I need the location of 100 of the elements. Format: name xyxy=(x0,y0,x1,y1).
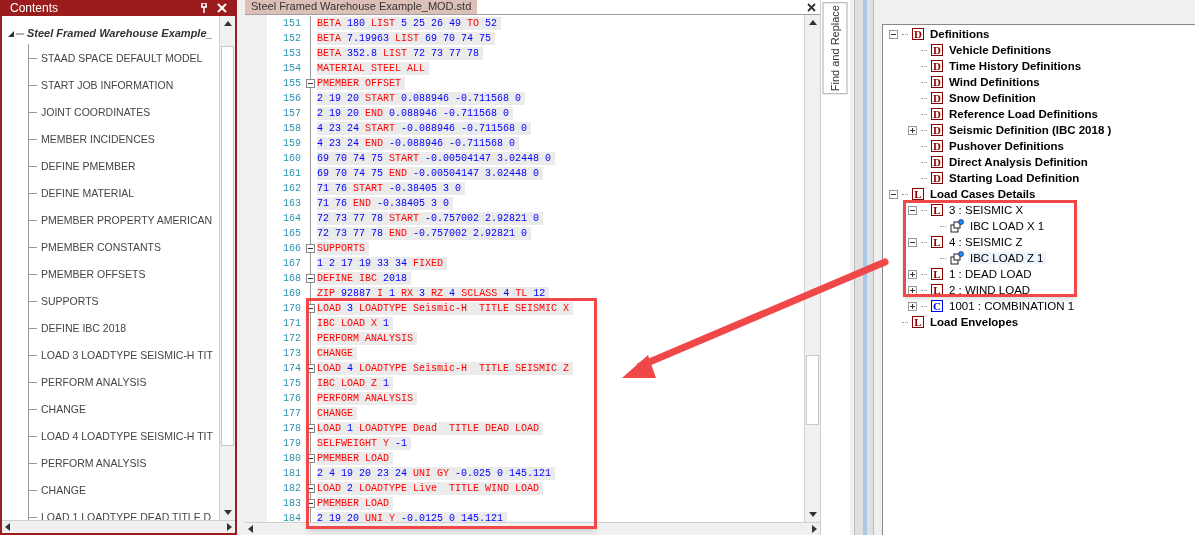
expand-icon[interactable] xyxy=(908,301,917,311)
line-number: 184 xyxy=(282,512,301,522)
line-number: 163 xyxy=(282,197,301,211)
tree-item[interactable]: SUPPORTS xyxy=(41,293,99,310)
tree-item[interactable]: PMEMBER PROPERTY AMERICAN xyxy=(41,212,213,229)
tree-item[interactable]: LOAD 3 LOADTYPE SEISMIC-H TIT xyxy=(41,347,213,364)
letter-icon: L xyxy=(931,268,943,280)
line-number: 165 xyxy=(282,227,301,241)
tree-item[interactable]: PMEMBER CONSTANTS xyxy=(41,239,161,256)
collapse-icon[interactable] xyxy=(889,29,898,39)
tree-item[interactable]: Direct Analysis Definition xyxy=(947,156,1090,168)
tree-root[interactable]: Steel Framed Warehouse Example_ xyxy=(27,24,213,42)
line-number: 179 xyxy=(282,437,301,451)
pin-icon[interactable] xyxy=(199,3,209,13)
letter-icon: D xyxy=(931,92,943,104)
line-number: 173 xyxy=(282,347,301,361)
panel-title: Contents xyxy=(10,2,59,14)
line-number: 156 xyxy=(282,92,301,106)
tree-item[interactable]: 1001 : COMBINATION 1 xyxy=(947,300,1077,312)
tree-item[interactable]: 1 : DEAD LOAD xyxy=(947,268,1034,280)
load-item-icon xyxy=(950,219,964,233)
tree-item[interactable]: Seismic Definition (IBC 2018 ) xyxy=(947,124,1114,136)
tree-item[interactable]: START JOB INFORMATION xyxy=(41,77,174,94)
letter-icon: D xyxy=(931,44,943,56)
tree-item[interactable]: CHANGE xyxy=(41,482,86,499)
vertical-scrollbar[interactable] xyxy=(219,16,235,520)
horizontal-scrollbar[interactable] xyxy=(2,520,235,533)
tree-item[interactable]: CHANGE xyxy=(41,401,86,418)
tree-item[interactable]: DEFINE PMEMBER xyxy=(41,158,136,175)
fold-icon[interactable] xyxy=(305,79,315,88)
collapse-icon[interactable] xyxy=(908,237,917,247)
collapse-icon[interactable] xyxy=(889,189,898,199)
tree-item[interactable]: Definitions xyxy=(928,28,992,40)
letter-icon: D xyxy=(931,76,943,88)
letter-icon: L xyxy=(931,204,943,216)
tree-item[interactable]: Snow Definition xyxy=(947,92,1038,104)
line-number: 174 xyxy=(282,362,301,376)
expand-icon[interactable] xyxy=(908,285,917,295)
tree-item[interactable]: Reference Load Definitions xyxy=(947,108,1100,120)
line-number: 161 xyxy=(282,167,301,181)
tree-item[interactable]: MEMBER INCIDENCES xyxy=(41,131,155,148)
tree-item[interactable]: Load Envelopes xyxy=(928,316,1021,328)
collapse-arrow-icon[interactable] xyxy=(8,29,24,37)
line-number: 183 xyxy=(282,497,301,511)
letter-icon: D xyxy=(931,108,943,120)
scroll-up-icon[interactable] xyxy=(223,20,232,26)
line-number: 155 xyxy=(282,77,301,91)
line-number: 151 xyxy=(282,17,301,31)
scroll-thumb[interactable] xyxy=(806,355,819,425)
line-number: 178 xyxy=(282,422,301,436)
fold-icon[interactable] xyxy=(305,244,315,253)
letter-icon: L xyxy=(912,188,924,200)
letter-icon: D xyxy=(931,60,943,72)
tree-item[interactable]: LOAD 4 LOADTYPE SEISMIC-H TIT xyxy=(41,428,213,445)
scroll-left-icon[interactable] xyxy=(248,525,253,533)
letter-icon: L xyxy=(912,316,924,328)
scroll-right-icon[interactable] xyxy=(227,523,232,531)
tree-item[interactable]: IBC LOAD X 1 xyxy=(968,220,1047,232)
scroll-right-icon[interactable] xyxy=(812,525,817,533)
close-icon[interactable] xyxy=(807,2,816,12)
tree-item[interactable]: JOINT COORDINATES xyxy=(41,104,151,121)
line-number: 162 xyxy=(282,182,301,196)
vertical-scrollbar[interactable] xyxy=(804,15,820,522)
tree-item[interactable]: 3 : SEISMIC X xyxy=(947,204,1026,216)
expand-icon[interactable] xyxy=(908,269,917,279)
fold-icon[interactable] xyxy=(305,274,315,283)
line-number: 154 xyxy=(282,62,301,76)
tree-item[interactable]: PMEMBER OFFSETS xyxy=(41,266,146,283)
scroll-thumb[interactable] xyxy=(221,46,234,446)
tree-item[interactable]: Load Cases Details xyxy=(928,188,1038,200)
tree-item[interactable]: Starting Load Definition xyxy=(947,172,1082,184)
tree-item[interactable]: Vehicle Definitions xyxy=(947,44,1054,56)
scroll-up-icon[interactable] xyxy=(808,19,817,25)
collapse-icon[interactable] xyxy=(908,205,917,215)
scroll-down-icon[interactable] xyxy=(808,512,817,518)
letter-icon: D xyxy=(912,28,924,40)
tree-item[interactable]: PERFORM ANALYSIS xyxy=(41,374,147,391)
line-number: 166 xyxy=(282,242,301,256)
tree-item[interactable]: DEFINE MATERIAL xyxy=(41,185,135,202)
tree-item[interactable]: 2 : WIND LOAD xyxy=(947,284,1033,296)
line-number: 158 xyxy=(282,122,301,136)
line-number: 181 xyxy=(282,467,301,481)
tree-item[interactable]: PERFORM ANALYSIS xyxy=(41,455,147,472)
tree-item[interactable]: LOAD 1 LOADTYPE DEAD TITLE D xyxy=(41,509,212,520)
scroll-left-icon[interactable] xyxy=(5,523,10,531)
document-tab[interactable]: Steel Framed Warehouse Example_MOD.std xyxy=(245,0,478,14)
letter-icon: L xyxy=(931,236,943,248)
tree-item[interactable]: STAAD SPACE DEFAULT MODEL xyxy=(41,50,203,67)
line-number: 153 xyxy=(282,47,301,61)
line-number: 157 xyxy=(282,107,301,121)
line-number: 164 xyxy=(282,212,301,226)
scroll-down-icon[interactable] xyxy=(223,510,232,516)
tree-item[interactable]: Time History Definitions xyxy=(947,60,1084,72)
line-number: 175 xyxy=(282,377,301,391)
tree-item[interactable]: 4 : SEISMIC Z xyxy=(947,236,1025,248)
tree-item[interactable]: Wind Definitions xyxy=(947,76,1042,88)
tree-item[interactable]: DEFINE IBC 2018 xyxy=(41,320,127,337)
tree-item[interactable]: IBC LOAD Z 1 xyxy=(968,252,1046,264)
tree-item[interactable]: Pushover Definitions xyxy=(947,140,1067,152)
expand-icon[interactable] xyxy=(908,125,917,135)
